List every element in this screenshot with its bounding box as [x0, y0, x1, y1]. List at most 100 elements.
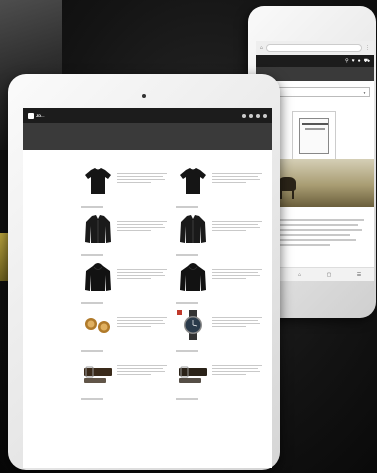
product-description-line [117, 182, 151, 184]
product-description-line [212, 371, 260, 373]
hoodie-icon [180, 263, 206, 291]
product-description-line [212, 173, 262, 175]
product-description-line [212, 221, 262, 223]
product-description-line [212, 182, 246, 184]
cart-icon[interactable] [263, 113, 267, 118]
product-description-line [117, 374, 151, 376]
product-tile[interactable] [81, 212, 171, 260]
product-description-line [117, 275, 165, 277]
product-image-card[interactable] [292, 111, 336, 161]
product-box-image [299, 118, 329, 154]
product-description-line [117, 176, 163, 178]
category-hero [23, 123, 272, 150]
tablet-device: JD... [8, 74, 280, 470]
product-meta-line [176, 398, 198, 400]
menu-icon[interactable]: ⋮ [365, 45, 370, 51]
search-icon[interactable]: ⚲ [345, 58, 349, 65]
product-tile[interactable] [81, 356, 171, 404]
elk-leg [292, 189, 294, 199]
product-description-line [212, 323, 260, 325]
product-description-line [212, 368, 258, 370]
phone-store-nav: ⚲ ♥ ● ⛟ [256, 55, 374, 67]
home-icon[interactable]: ⌂ [298, 272, 301, 278]
chevron-down-icon: ▼ [363, 90, 366, 95]
product-tile[interactable] [176, 260, 266, 308]
jacket-icon [85, 215, 111, 243]
product-description-line [117, 224, 163, 226]
tablet-store-nav: JD... [23, 108, 272, 123]
product-tile[interactable] [81, 308, 171, 356]
product-description-line [212, 227, 260, 229]
product-description-line [212, 275, 260, 277]
product-description-line [117, 230, 151, 232]
menu-icon[interactable]: ☰ [357, 272, 361, 278]
store-logo-text: JD... [36, 113, 45, 118]
product-description-line [117, 221, 167, 223]
product-tile[interactable] [176, 356, 266, 404]
hoodie-icon [85, 263, 111, 291]
belt-icon [84, 366, 112, 383]
home-icon[interactable]: ⌂ [260, 45, 263, 51]
product-description-line [117, 227, 165, 229]
product-description-line [212, 179, 260, 181]
product-description-line [212, 317, 262, 319]
product-tile[interactable] [81, 164, 171, 212]
belt-icon [179, 366, 207, 383]
product-tile[interactable] [176, 164, 266, 212]
product-meta-line [81, 254, 103, 256]
product-meta-line [176, 350, 198, 352]
product-tile[interactable] [176, 308, 266, 356]
camera-icon [142, 94, 146, 98]
product-description-line [212, 272, 258, 274]
filter-sidebar [28, 158, 64, 258]
heart-icon[interactable]: ♥ [352, 58, 355, 65]
product-description-line [212, 269, 262, 271]
background-accent [0, 233, 8, 281]
product-description-line [212, 365, 262, 367]
product-description-line [212, 176, 258, 178]
user-icon[interactable] [256, 113, 260, 118]
product-description-line [117, 269, 167, 271]
cart-icon[interactable]: ⛟ [364, 58, 370, 65]
product-description-line [212, 278, 246, 280]
product-description-line [117, 317, 167, 319]
tabs-icon[interactable]: ▢ [327, 272, 332, 278]
tshirt-icon [180, 168, 206, 194]
url-input[interactable] [266, 44, 362, 52]
tablet-screen: JD... [23, 108, 272, 468]
product-meta-line [176, 254, 198, 256]
product-description-line [212, 326, 246, 328]
product-description-line [117, 368, 163, 370]
box-label-line [305, 128, 325, 130]
product-tile[interactable] [176, 212, 266, 260]
product-description-line [117, 278, 151, 280]
watch-icon [177, 310, 202, 340]
cufflinks-icon [85, 318, 110, 333]
product-description-line [117, 323, 165, 325]
product-description-line [117, 272, 163, 274]
logo-icon [28, 112, 34, 119]
product-description-line [212, 320, 258, 322]
tshirt-icon [85, 168, 111, 194]
phone-address-bar: ⌂ ⋮ [256, 41, 374, 55]
product-description-line [117, 173, 167, 175]
product-meta-line [81, 398, 103, 400]
product-meta-line [176, 206, 198, 208]
product-description-line [212, 374, 246, 376]
sort-dropdown[interactable] [175, 156, 265, 162]
product-tile[interactable] [81, 260, 171, 308]
product-description-line [212, 224, 258, 226]
user-icon[interactable]: ● [358, 58, 361, 65]
product-description-line [117, 320, 163, 322]
box-label-line [302, 123, 328, 125]
product-description-line [117, 365, 167, 367]
product-meta-line [81, 350, 103, 352]
product-meta-line [81, 206, 103, 208]
jacket-icon [180, 215, 206, 243]
store-logo[interactable]: JD... [28, 112, 45, 119]
product-description-line [117, 326, 151, 328]
heart-icon[interactable] [249, 113, 253, 118]
search-icon[interactable] [242, 113, 246, 118]
product-description-line [117, 179, 165, 181]
product-description-line [117, 371, 165, 373]
